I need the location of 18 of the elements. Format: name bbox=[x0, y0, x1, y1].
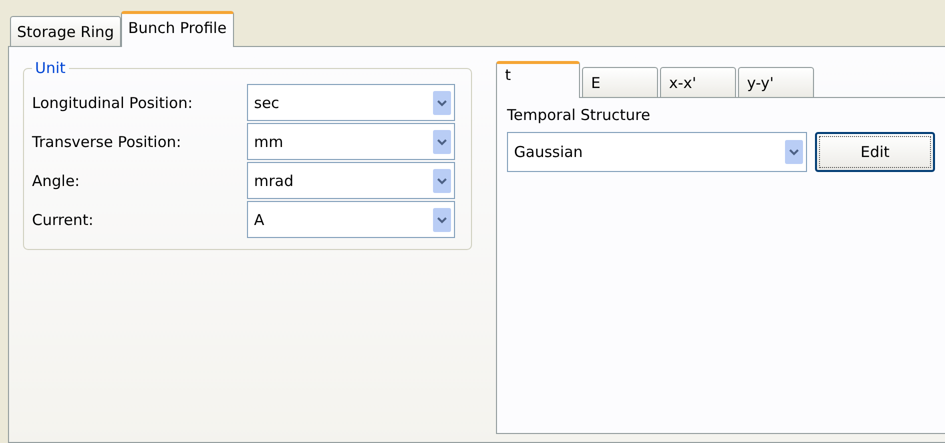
field-label: Temporal Structure bbox=[507, 106, 652, 124]
unit-dropdown[interactable]: A bbox=[247, 201, 455, 238]
unit-dropdown[interactable]: mm bbox=[247, 123, 455, 160]
unit-dropdown[interactable]: mrad bbox=[247, 162, 455, 199]
field-label: Angle: bbox=[32, 172, 81, 190]
tab[interactable]: t bbox=[496, 61, 580, 98]
unit-dropdown[interactable]: sec bbox=[247, 84, 455, 121]
field-label: Transverse Position: bbox=[32, 132, 182, 150]
field-label: Longitudinal Position: bbox=[32, 94, 194, 112]
field-label: Current: bbox=[32, 210, 94, 228]
edit-button[interactable]: Edit bbox=[815, 132, 935, 172]
structure-dropdown[interactable]: Gaussian bbox=[507, 132, 807, 172]
tab[interactable]: x-x' bbox=[660, 67, 736, 97]
tab[interactable]: y-y' bbox=[738, 67, 814, 97]
group-title: Unit bbox=[34, 59, 67, 77]
tab[interactable]: E bbox=[582, 67, 658, 97]
tab[interactable]: Storage Ring bbox=[10, 16, 122, 46]
tab[interactable]: Bunch Profile bbox=[121, 11, 234, 47]
